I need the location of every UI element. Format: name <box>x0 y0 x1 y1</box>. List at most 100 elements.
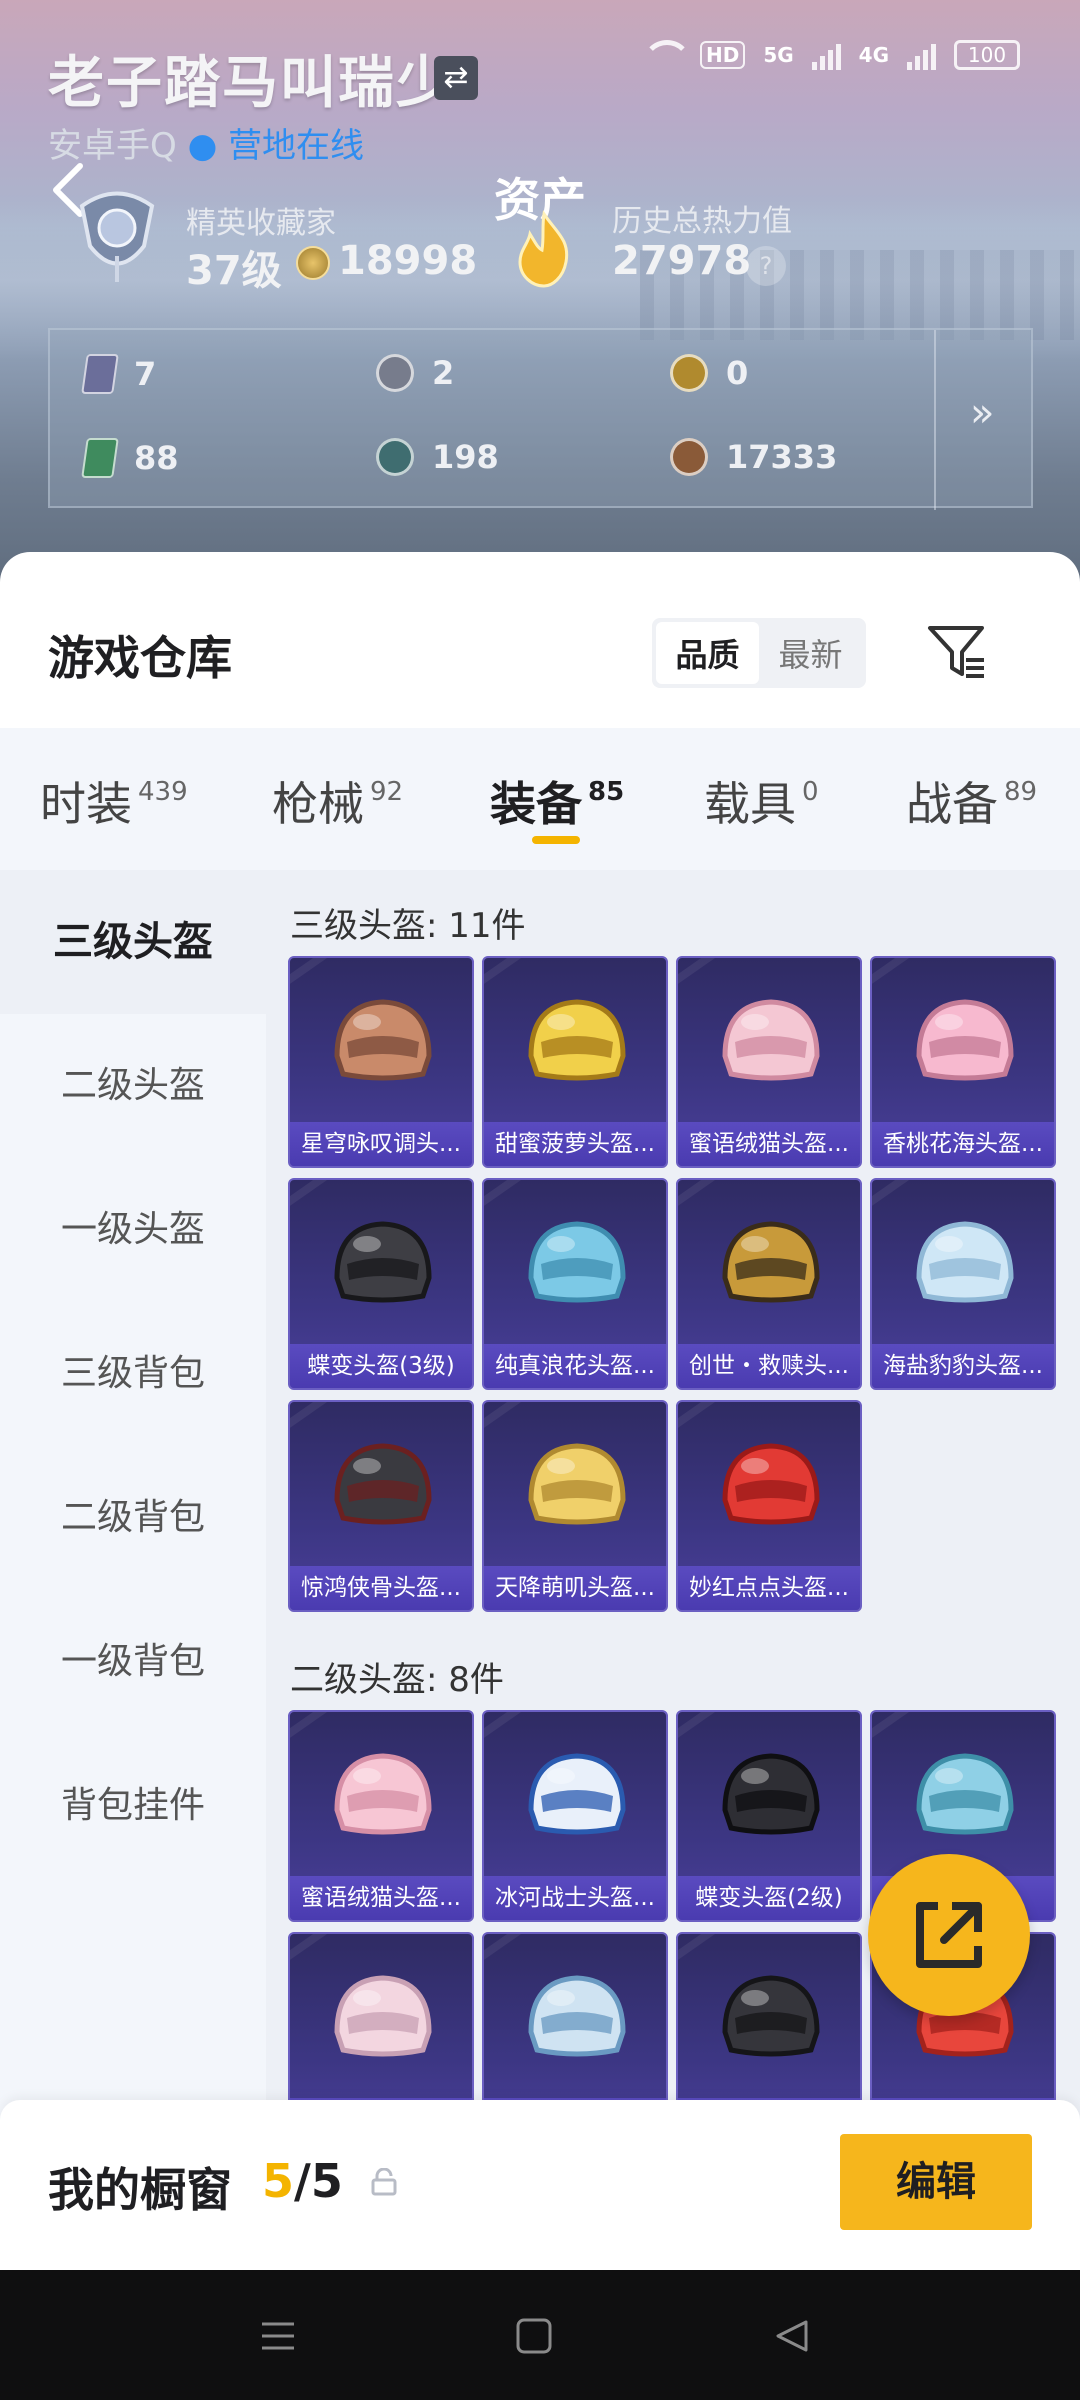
warehouse-title: 游戏仓库 <box>48 631 232 685</box>
currency-panel: 7 2 0 88 198 17333 » <box>48 328 1033 510</box>
item-card[interactable]: 海盐豹豹头盔... <box>870 1178 1056 1390</box>
status-bar: HD 5G 4G 100 <box>641 40 1020 70</box>
player-name: 老子踏马叫瑞少 <box>48 51 454 116</box>
card-stripe <box>290 1402 327 1437</box>
card-stripe <box>678 1712 715 1747</box>
tab-count: 85 <box>588 777 625 807</box>
flame-icon <box>518 210 569 288</box>
online-status: 营地在线 <box>228 126 365 166</box>
tab-supplies[interactable]: 战备 89 <box>906 768 1037 834</box>
helmet-icon <box>722 1443 820 1525</box>
lock-icon <box>371 2168 397 2196</box>
helmet-icon <box>334 1443 432 1525</box>
category-tabs: 时装 439 枪械 92 装备 85 载具 0 战备 89 <box>0 728 1080 870</box>
back-icon[interactable] <box>770 2314 814 2358</box>
card-stripe <box>678 1402 715 1437</box>
help-icon[interactable]: ? <box>746 246 786 286</box>
sort-toggle: 品质 最新 <box>652 618 866 688</box>
showcase-count: 5/5 <box>262 2154 343 2208</box>
tab-label: 装备 <box>490 777 582 831</box>
item-name: 妙红点点头盔... <box>678 1566 860 1610</box>
share-button[interactable] <box>868 1854 1030 2016</box>
item-card[interactable]: 纯真浪花头盔... <box>482 1178 668 1390</box>
item-card[interactable]: 甜蜜菠萝头盔... <box>482 956 668 1168</box>
purple-card-icon <box>81 354 119 394</box>
tab-count: 0 <box>802 777 819 807</box>
item-card[interactable]: 冰河战士头盔... <box>482 1710 668 1922</box>
currency-item: 0 <box>670 354 748 392</box>
menu-icon[interactable] <box>256 2314 300 2358</box>
home-icon[interactable] <box>512 2314 556 2358</box>
green-card-icon <box>81 438 119 478</box>
card-stripe <box>484 1402 521 1437</box>
currency-value: 198 <box>432 438 499 476</box>
item-card[interactable]: 蝶变头盔(3级) <box>288 1178 474 1390</box>
helmet-icon <box>916 1221 1014 1303</box>
tab-vehicles[interactable]: 载具 0 <box>704 768 819 834</box>
filter-icon[interactable] <box>926 622 988 684</box>
profile-header: HD 5G 4G 100 老子踏马叫瑞少 ⇄ 安卓手Q ● 营地在线 精英收藏家… <box>0 0 1080 600</box>
helmet-icon <box>528 999 626 1081</box>
helmet-icon <box>334 1753 432 1835</box>
card-stripe <box>484 1180 521 1215</box>
showcase-current: 5 <box>262 2154 295 2208</box>
online-dot-icon: ● <box>187 126 218 166</box>
helmet-icon <box>916 1753 1014 1835</box>
showcase-separator: / <box>294 2154 311 2208</box>
sort-newest-button[interactable]: 最新 <box>759 622 862 684</box>
tab-label: 时装 <box>40 777 132 831</box>
sort-quality-button[interactable]: 品质 <box>656 622 759 684</box>
gold-coin-icon <box>670 354 708 392</box>
tab-label: 战备 <box>906 777 998 831</box>
item-name: 海盐豹豹头盔... <box>872 1344 1054 1388</box>
currency-item: 17333 <box>670 438 837 476</box>
rank-title: 精英收藏家 <box>186 206 336 241</box>
item-card[interactable]: 蜜语绒猫头盔... <box>288 1710 474 1922</box>
side-item-backpack-pendant[interactable]: 背包挂件 <box>0 1734 266 1878</box>
switch-account-icon[interactable]: ⇄ <box>434 56 478 100</box>
item-card[interactable]: 创世・救赎头... <box>676 1178 862 1390</box>
item-name: 星穹咏叹调头... <box>290 1122 472 1166</box>
side-item-level1-backpack[interactable]: 一级背包 <box>0 1590 266 1734</box>
helmet-icon <box>528 1221 626 1303</box>
more-arrow-icon[interactable]: » <box>970 390 994 436</box>
helmet-icon <box>916 999 1014 1081</box>
item-card[interactable]: 香桃花海头盔... <box>870 956 1056 1168</box>
side-item-level3-backpack[interactable]: 三级背包 <box>0 1302 266 1446</box>
currency-value: 0 <box>726 354 749 392</box>
item-card[interactable]: 妙红点点头盔... <box>676 1400 862 1612</box>
item-name: 蜜语绒猫头盔... <box>290 1876 472 1920</box>
tab-count: 439 <box>138 777 188 807</box>
heat-value: 27978 <box>612 238 752 284</box>
item-card[interactable]: 惊鸿侠骨头盔... <box>288 1400 474 1612</box>
wifi-icon <box>641 40 692 70</box>
item-name: 甜蜜菠萝头盔... <box>484 1122 666 1166</box>
currency-item: 88 <box>81 438 179 478</box>
currency-value: 17333 <box>726 438 838 476</box>
tab-fashion[interactable]: 时装 439 <box>40 768 188 834</box>
card-stripe <box>678 1180 715 1215</box>
tab-equipment[interactable]: 装备 85 <box>490 768 624 834</box>
signal-icon-2 <box>907 40 936 70</box>
item-card[interactable]: 蝶变头盔(2级) <box>676 1710 862 1922</box>
edit-button[interactable]: 编辑 <box>840 2134 1032 2230</box>
helmet-icon <box>334 1221 432 1303</box>
section-heading: 二级头盔: 8件 <box>290 1660 504 1700</box>
side-item-level3-helmet[interactable]: 三级头盔 <box>0 870 266 1014</box>
item-name: 创世・救赎头... <box>678 1344 860 1388</box>
side-item-level1-helmet[interactable]: 一级头盔 <box>0 1158 266 1302</box>
item-card[interactable]: 星穹咏叹调头... <box>288 956 474 1168</box>
showcase-total: 5 <box>310 2154 343 2208</box>
side-item-level2-backpack[interactable]: 二级背包 <box>0 1446 266 1590</box>
bronze-coin-icon <box>670 438 708 476</box>
item-card[interactable]: 天降萌叽头盔... <box>482 1400 668 1612</box>
item-name: 冰河战士头盔... <box>484 1876 666 1920</box>
helmet-icon <box>334 1975 432 2057</box>
card-stripe <box>290 1180 327 1215</box>
share-icon <box>916 1902 982 1968</box>
item-card[interactable]: 蜜语绒猫头盔... <box>676 956 862 1168</box>
side-item-level2-helmet[interactable]: 二级头盔 <box>0 1014 266 1158</box>
currency-item: 2 <box>376 354 454 392</box>
tab-weapons[interactable]: 枪械 92 <box>272 768 403 834</box>
teal-coin-icon <box>376 438 414 476</box>
